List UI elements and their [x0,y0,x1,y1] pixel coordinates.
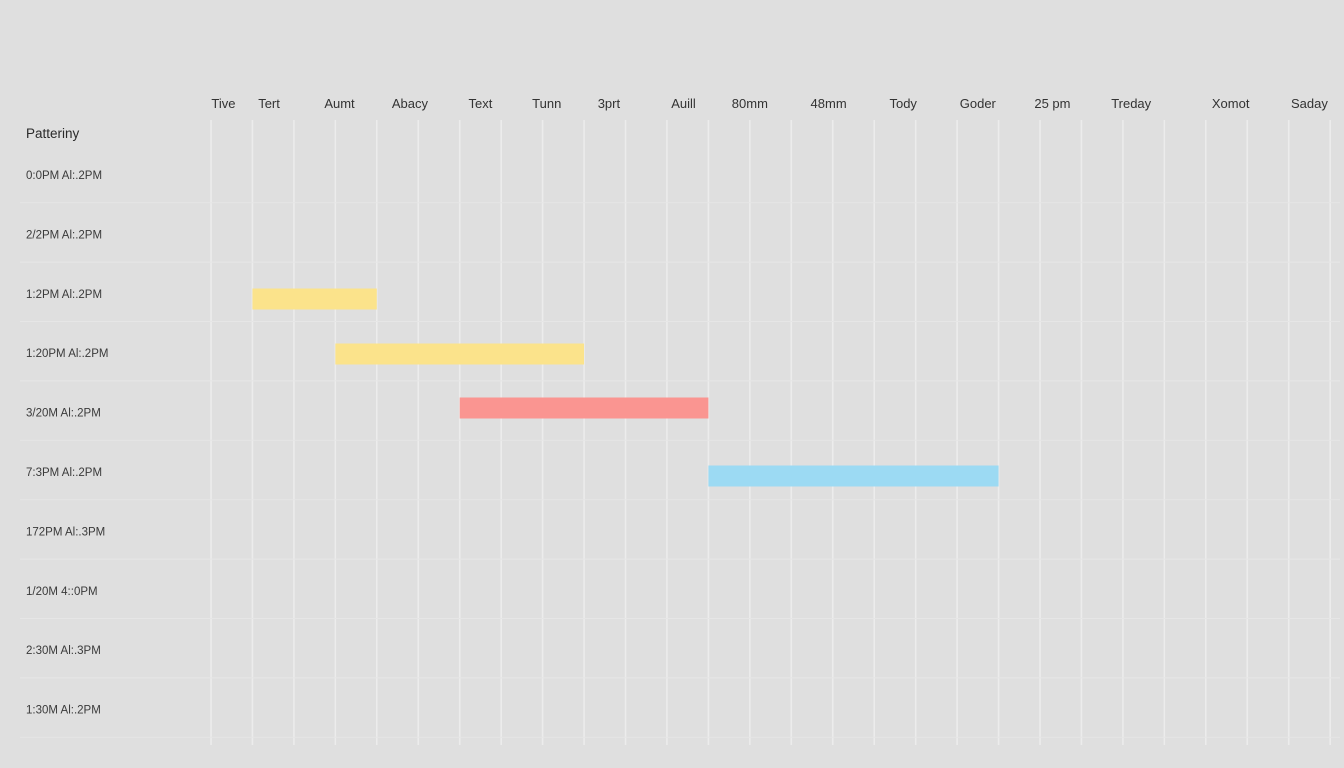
row-header-label: Patteriny [26,126,80,141]
row-label: 0:0PM Al:.2PM [26,170,102,182]
column-label: Treday [1111,96,1151,111]
column-label: Saday [1291,96,1328,111]
row-label: 1:20PM Al:.2PM [26,348,108,360]
column-label: Goder [960,96,997,111]
task-bar[interactable] [252,288,377,310]
column-label: Tunn [532,96,561,111]
column-label: Tert [258,96,280,111]
column-label: Text [469,96,493,111]
column-label: Xomot [1212,96,1250,111]
column-label: 25 pm [1034,96,1070,111]
column-label: Tody [889,96,917,111]
column-label: Abacy [392,96,429,111]
task-bar[interactable] [459,397,709,419]
horizontal-grid [20,202,1340,738]
vertical-grid [210,120,1331,745]
row-label: 1:2PM Al:.2PM [26,289,102,301]
column-label: 3prt [598,96,621,111]
row-labels: 0:0PM Al:.2PM 2/2PM Al:.2PM 1:2PM Al:.2PM 1… [26,170,108,717]
row-label: 172PM Al:.3PM [26,526,105,538]
task-bar[interactable] [708,465,999,487]
row-label: 2:30M Al:.3PM [26,645,101,657]
gantt-chart: Patteriny Tive Tert Aumt Abacy Text Tunn 3prt A… [20,96,1340,745]
row-label: 1/20M 4::0PM [26,586,98,598]
column-label: Tive [211,96,235,111]
column-label: Auill [671,96,696,111]
row-label: 1:30M Al:.2PM [26,705,101,717]
column-label: 80mm [732,96,768,111]
row-label: 2/2PM Al:.2PM [26,229,102,241]
column-label: 48mm [811,96,847,111]
row-label: 7:3PM Al:.2PM [26,467,102,479]
column-labels: Tive Tert Aumt Abacy Text Tunn 3prt Auill 80mm 48… [211,96,1328,111]
task-bar[interactable] [335,343,585,365]
row-label: 3/20M Al:.2PM [26,408,101,420]
column-label: Aumt [324,96,355,111]
